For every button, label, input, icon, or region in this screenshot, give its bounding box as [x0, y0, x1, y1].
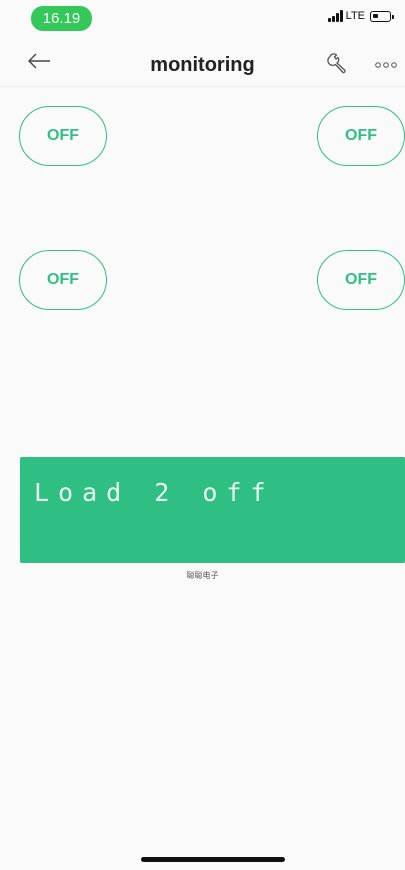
status-bar: 16.19 LTE [0, 0, 405, 36]
signal-icon [327, 10, 343, 22]
toggle-button-2[interactable]: OFF [317, 106, 405, 166]
more-button[interactable] [374, 58, 398, 72]
nav-bar: monitoring [0, 36, 405, 87]
status-time: 16.19 [31, 6, 92, 31]
toggle-button-3[interactable]: OFF [19, 250, 107, 310]
home-indicator[interactable] [141, 857, 285, 862]
more-dots-icon [375, 62, 397, 68]
settings-button[interactable] [326, 51, 350, 75]
wrench-icon [327, 53, 346, 74]
toggle-button-1[interactable]: OFF [19, 106, 107, 166]
lcd-text: Load 2 off [34, 478, 275, 507]
toggle-button-4[interactable]: OFF [317, 250, 405, 310]
status-indicators: LTE [327, 10, 394, 22]
network-type: LTE [345, 10, 365, 22]
lcd-caption: 聪聪电子 [186, 571, 219, 580]
lcd-display: Load 2 off [20, 457, 405, 563]
battery-icon [370, 10, 394, 22]
